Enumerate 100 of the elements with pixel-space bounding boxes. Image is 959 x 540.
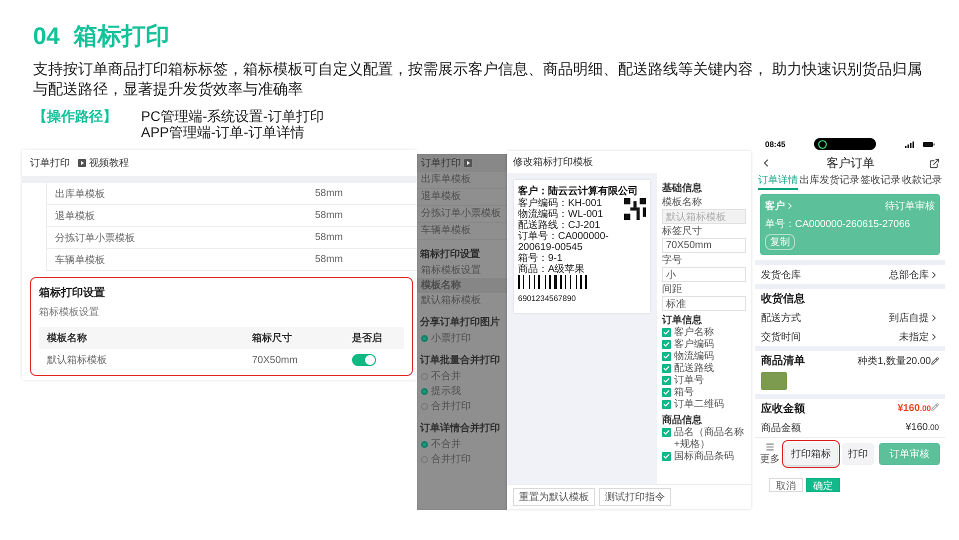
- section-heading: 订单批量合并打印: [420, 353, 501, 367]
- table-cell-text: 分拣订单小票模板: [54, 232, 136, 244]
- video-tutorial-link[interactable]: 视频教程: [78, 156, 129, 170]
- checkbox-label: 客户名称: [674, 327, 714, 338]
- checkbox[interactable]: [662, 400, 671, 409]
- share-icon[interactable]: [929, 158, 940, 168]
- field-label: 标签尺寸: [662, 226, 703, 238]
- radio-dot[interactable]: [421, 441, 428, 448]
- checkbox-label: 订单号: [674, 375, 704, 387]
- table-cell-text: 70X50mm: [251, 354, 299, 366]
- label-line: 订单号：CA000000-200619-00545: [518, 231, 610, 253]
- checkbox[interactable]: [662, 452, 671, 461]
- section-heading: 分享订单打印图片: [420, 315, 501, 329]
- checkbox[interactable]: [662, 376, 671, 385]
- section-heading: 应收金额: [761, 402, 805, 416]
- table-cell-text: 退单模板: [54, 210, 96, 222]
- footer-button[interactable]: 测试打印指令: [599, 488, 671, 506]
- toggle-switch[interactable]: [352, 354, 376, 366]
- page-title: 订单打印: [30, 156, 70, 170]
- info-value[interactable]: 未指定: [899, 330, 939, 344]
- input-field[interactable]: 标准: [662, 296, 746, 311]
- radio-dot[interactable]: [421, 403, 428, 410]
- barcode-number: 6901234567890: [518, 294, 577, 303]
- path-label: 【操作路径】: [33, 108, 118, 126]
- order-status: 待订单审核: [885, 200, 935, 213]
- column-header: 模板名称: [417, 278, 507, 293]
- goods-summary[interactable]: 种类1,数量20.00: [858, 354, 939, 368]
- checkbox[interactable]: [662, 340, 671, 349]
- menu-icon: [765, 442, 775, 452]
- table-cell-text: 默认箱标模板: [420, 294, 482, 308]
- radio-dot[interactable]: [421, 335, 428, 342]
- path-step: APP管理端-订单-订单详情: [141, 124, 417, 140]
- table-cell-text: 车辆单模板: [54, 254, 106, 266]
- label-line: 配送路线：CJ-201: [518, 220, 602, 231]
- column-header: 是否启: [351, 331, 383, 345]
- signal-battery-icon: [905, 140, 935, 148]
- label-line: 客户编码：KH-001: [518, 198, 603, 209]
- section-number: 04: [33, 22, 60, 52]
- label-line: 箱号：9-1: [518, 253, 564, 264]
- tab[interactable]: 出库发货记录: [799, 174, 860, 190]
- input-field[interactable]: 70X50mm: [662, 238, 746, 253]
- info-value[interactable]: 总部仓库: [889, 268, 939, 282]
- info-value[interactable]: 到店自提: [889, 310, 939, 324]
- action-button[interactable]: 打印箱标: [785, 443, 837, 465]
- amount-value: ¥160.00: [898, 403, 939, 414]
- checkbox-label: 物流编码: [674, 351, 714, 362]
- pencil-icon: [931, 356, 939, 364]
- column-header: 箱标尺寸: [251, 332, 293, 345]
- tab[interactable]: 签收记录: [860, 174, 901, 190]
- section-heading: 收货信息: [761, 292, 805, 306]
- info-label: 商品金额: [761, 422, 801, 434]
- dialog-title: 修改箱标打印模板: [512, 156, 594, 170]
- video-icon: [78, 159, 86, 167]
- footer-button[interactable]: 重置为默认模板: [513, 488, 595, 506]
- table-cell-text: 默认箱标模板: [46, 354, 108, 367]
- checkbox[interactable]: [662, 388, 671, 397]
- info-label: 发货仓库: [761, 268, 801, 282]
- field-label: 模板名称: [662, 197, 703, 209]
- qr-code-icon: [624, 198, 646, 220]
- label-line: 物流编码：WL-001: [518, 209, 604, 220]
- info-label: 配送方式: [761, 312, 801, 324]
- order-number: 单号：CA000000-260615-27066: [765, 218, 910, 231]
- dialog-button[interactable]: 取消: [769, 478, 803, 492]
- label-customer: 客户：陆云云计算有限公司: [518, 185, 639, 198]
- info-label: 交货时间: [761, 330, 801, 344]
- checkbox[interactable]: [662, 352, 671, 361]
- table-cell-text: 出库单模板: [54, 188, 106, 200]
- page-title: 订单打印: [421, 156, 461, 170]
- table-cell-text: 58mm: [314, 188, 344, 199]
- radio-dot[interactable]: [421, 373, 428, 380]
- checkbox-label: 客户编码: [674, 339, 714, 350]
- radio-dot[interactable]: [421, 388, 428, 395]
- checkbox[interactable]: [662, 328, 671, 337]
- section-heading: 箱标打印设置: [420, 248, 481, 261]
- more-button[interactable]: 更多: [760, 442, 780, 466]
- table-cell-text: 58mm: [314, 254, 344, 265]
- checkbox-label: 配送路线: [674, 363, 714, 374]
- input-field: 默认箱标模板: [662, 209, 746, 224]
- field-label: 间距: [662, 284, 683, 296]
- status-time: 08:45: [765, 140, 786, 148]
- pencil-icon: [931, 403, 939, 411]
- checkbox[interactable]: [662, 364, 671, 373]
- radio-dot[interactable]: [421, 456, 428, 463]
- section-subtitle: 箱标模板设置: [420, 264, 482, 278]
- column-header: 模板名称: [46, 332, 88, 345]
- table-cell-text: 58mm: [314, 232, 344, 243]
- description-text: 支持按订单商品打印箱标标签，箱标模板可自定义配置，按需展示客户信息、商品明细、配送路线等关键内容， 助力快速识别货品归属与配送路径，显著提升发货效率与准确率: [33, 60, 924, 100]
- tab[interactable]: 收款记录: [902, 174, 942, 190]
- form-heading: 订单信息: [662, 314, 703, 326]
- amount-value: ¥160.00: [906, 422, 939, 433]
- screen-title: 客户订单: [826, 154, 874, 172]
- action-button[interactable]: 打印: [842, 443, 874, 465]
- field-label: 字号: [662, 255, 683, 267]
- checkbox-label: 品名（商品名称+规格）: [674, 427, 745, 450]
- checkbox[interactable]: [662, 428, 671, 437]
- label-line: 商品：A级苹果: [518, 264, 586, 275]
- section-title: 箱标打印: [74, 22, 170, 52]
- video-icon: [464, 159, 472, 167]
- input-field[interactable]: 小: [662, 267, 746, 282]
- section-heading: 订单详情合并打印: [420, 421, 501, 435]
